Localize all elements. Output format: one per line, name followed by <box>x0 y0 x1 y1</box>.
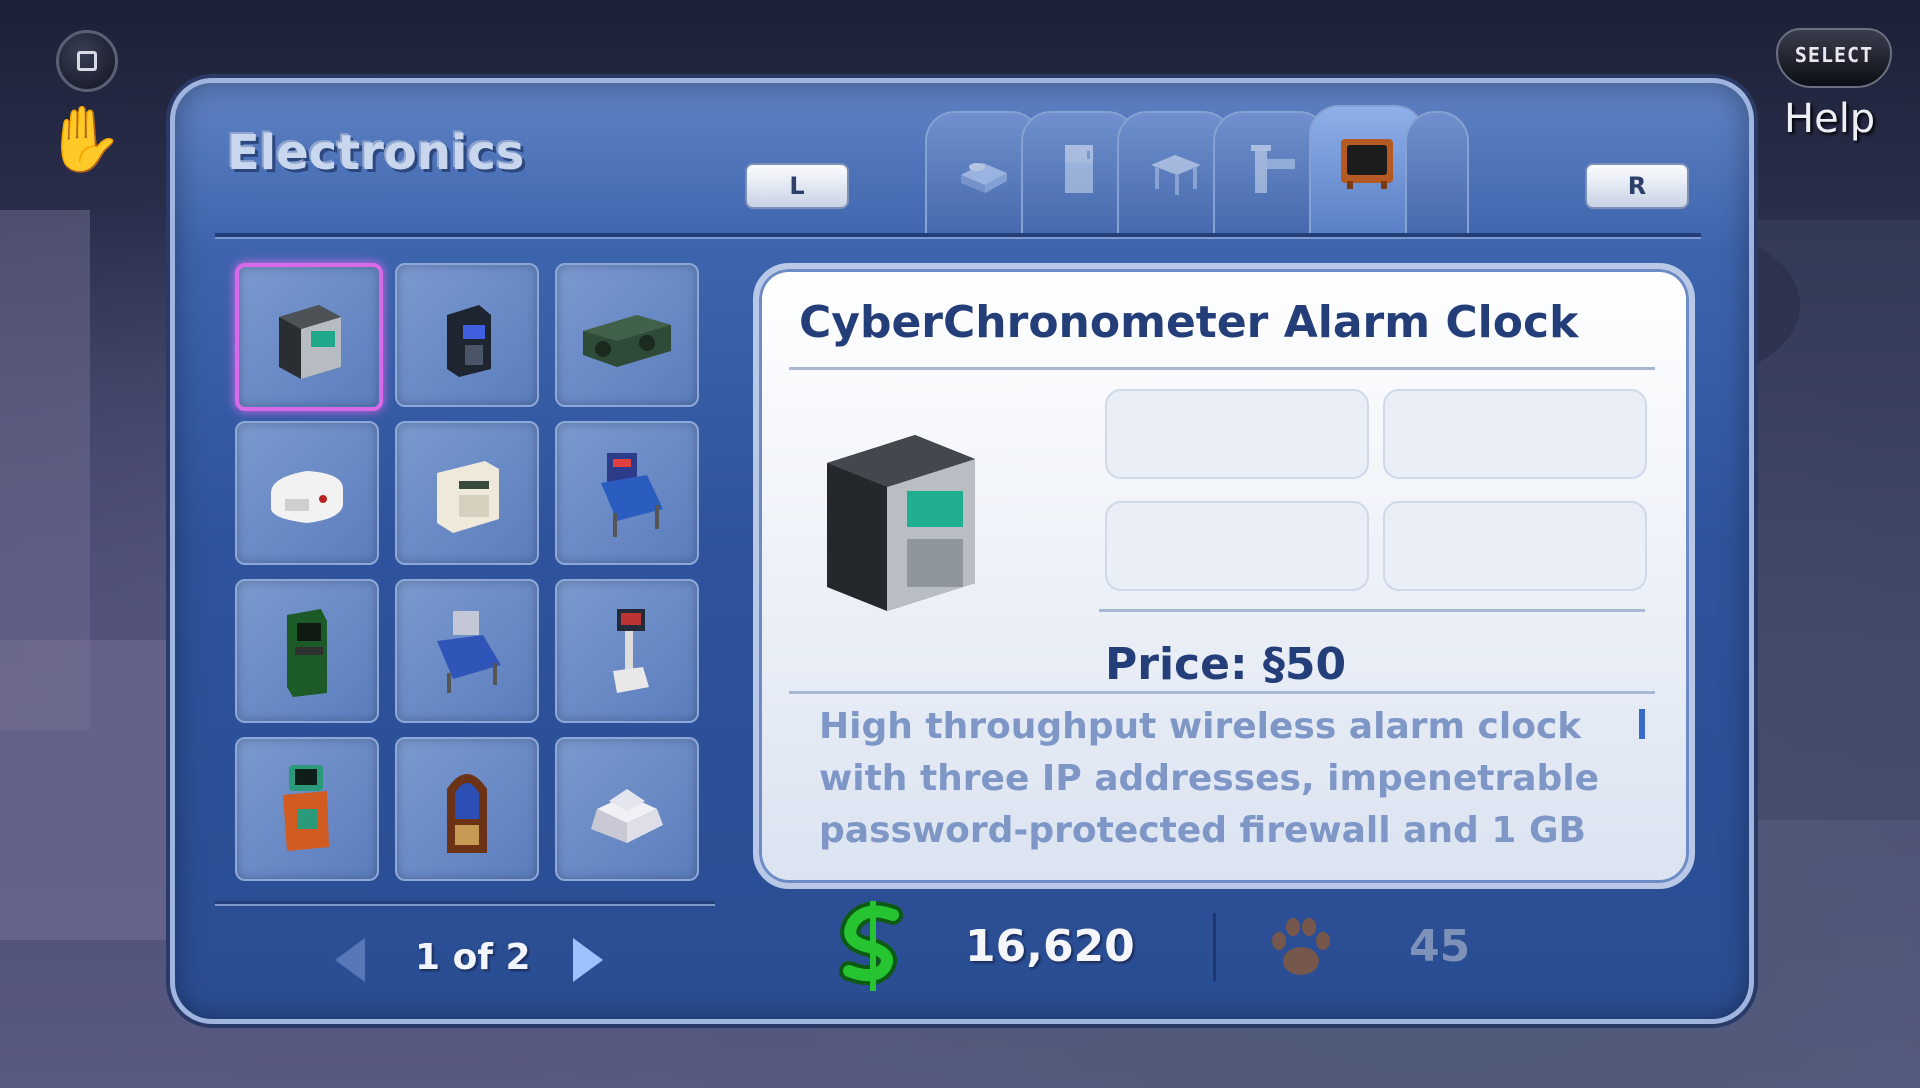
motive-slot-2 <box>1383 389 1647 479</box>
alarm-clock-preview-icon <box>827 435 975 611</box>
prev-page-button[interactable] <box>335 938 365 982</box>
item-cell-burglar-alarm[interactable] <box>395 421 539 565</box>
item-cell-dance-machine[interactable] <box>555 579 699 723</box>
arcade-cabinet-icon <box>287 609 327 697</box>
item-cell-pinball-1[interactable] <box>555 421 699 565</box>
simoleon-icon <box>839 901 903 991</box>
alarm-clock-icon <box>279 305 341 379</box>
detail-divider-bottom <box>789 691 1655 694</box>
page-indicator: 1 of 2 <box>415 937 531 978</box>
lamp-base-icon <box>591 789 663 843</box>
tv-icon <box>1341 139 1393 189</box>
phone-icon <box>447 305 491 377</box>
item-cell-pinball-2[interactable] <box>395 579 539 723</box>
dance-machine-icon <box>613 609 649 693</box>
motive-slot-1 <box>1105 389 1369 479</box>
paw-icon <box>1272 918 1330 975</box>
household-funds: 16,620 <box>965 921 1135 972</box>
motive-slot-4 <box>1383 501 1647 591</box>
item-price: Price: §50 <box>1105 639 1347 690</box>
pinball-icon <box>601 453 663 537</box>
footer-separator <box>1213 913 1216 981</box>
smoke-detector-icon <box>271 471 343 523</box>
tab-right-button[interactable]: R <box>1585 163 1689 209</box>
catalog-panel: Electronics L R 1 of 2 CyberChronometer … <box>170 78 1754 1024</box>
header-divider <box>215 233 1701 239</box>
item-cell-lamp-base[interactable] <box>555 737 699 881</box>
next-page-button[interactable] <box>573 938 603 982</box>
table-icon <box>1151 155 1201 195</box>
item-cell-phone[interactable] <box>395 263 539 407</box>
item-cell-jukebox[interactable] <box>395 737 539 881</box>
item-name: CyberChronometer Alarm Clock <box>799 297 1579 348</box>
tab-left-button[interactable]: L <box>745 163 849 209</box>
camera-mode-icon[interactable] <box>56 30 118 92</box>
background-floor <box>0 640 180 940</box>
item-description: High throughput wireless alarm clock wit… <box>819 706 1600 851</box>
stereo-icon <box>583 315 671 367</box>
item-cell-arcade-kiddie[interactable] <box>235 737 379 881</box>
item-cell-smoke-detector[interactable] <box>235 421 379 565</box>
detail-divider-top <box>789 367 1655 370</box>
arcade-kiddie-icon <box>283 765 329 851</box>
select-button[interactable]: SELECT <box>1776 28 1892 88</box>
pet-points: 45 <box>1409 921 1471 972</box>
pipe-icon <box>1251 145 1295 193</box>
fridge-icon <box>1065 145 1093 193</box>
help-label[interactable]: Help <box>1784 96 1875 142</box>
bed-icon <box>961 163 1007 193</box>
item-cell-stereo[interactable] <box>555 263 699 407</box>
category-title: Electronics <box>227 125 525 181</box>
item-detail-panel: CyberChronometer Alarm Clock Price: §50 … <box>753 263 1695 889</box>
jukebox-icon <box>447 774 487 853</box>
description-scrollbar[interactable] <box>1639 709 1645 739</box>
tab-next-partial[interactable] <box>1405 111 1469 235</box>
grid-divider <box>215 901 715 906</box>
burglar-alarm-icon <box>437 461 499 533</box>
item-cell-arcade-cabinet[interactable] <box>235 579 379 723</box>
hand-cursor-icon: ✋ <box>44 103 124 177</box>
pinball-icon <box>437 611 501 693</box>
item-cell-alarm-clock[interactable] <box>235 263 383 411</box>
detail-divider-mid <box>1099 609 1645 612</box>
motive-slot-3 <box>1105 501 1369 591</box>
